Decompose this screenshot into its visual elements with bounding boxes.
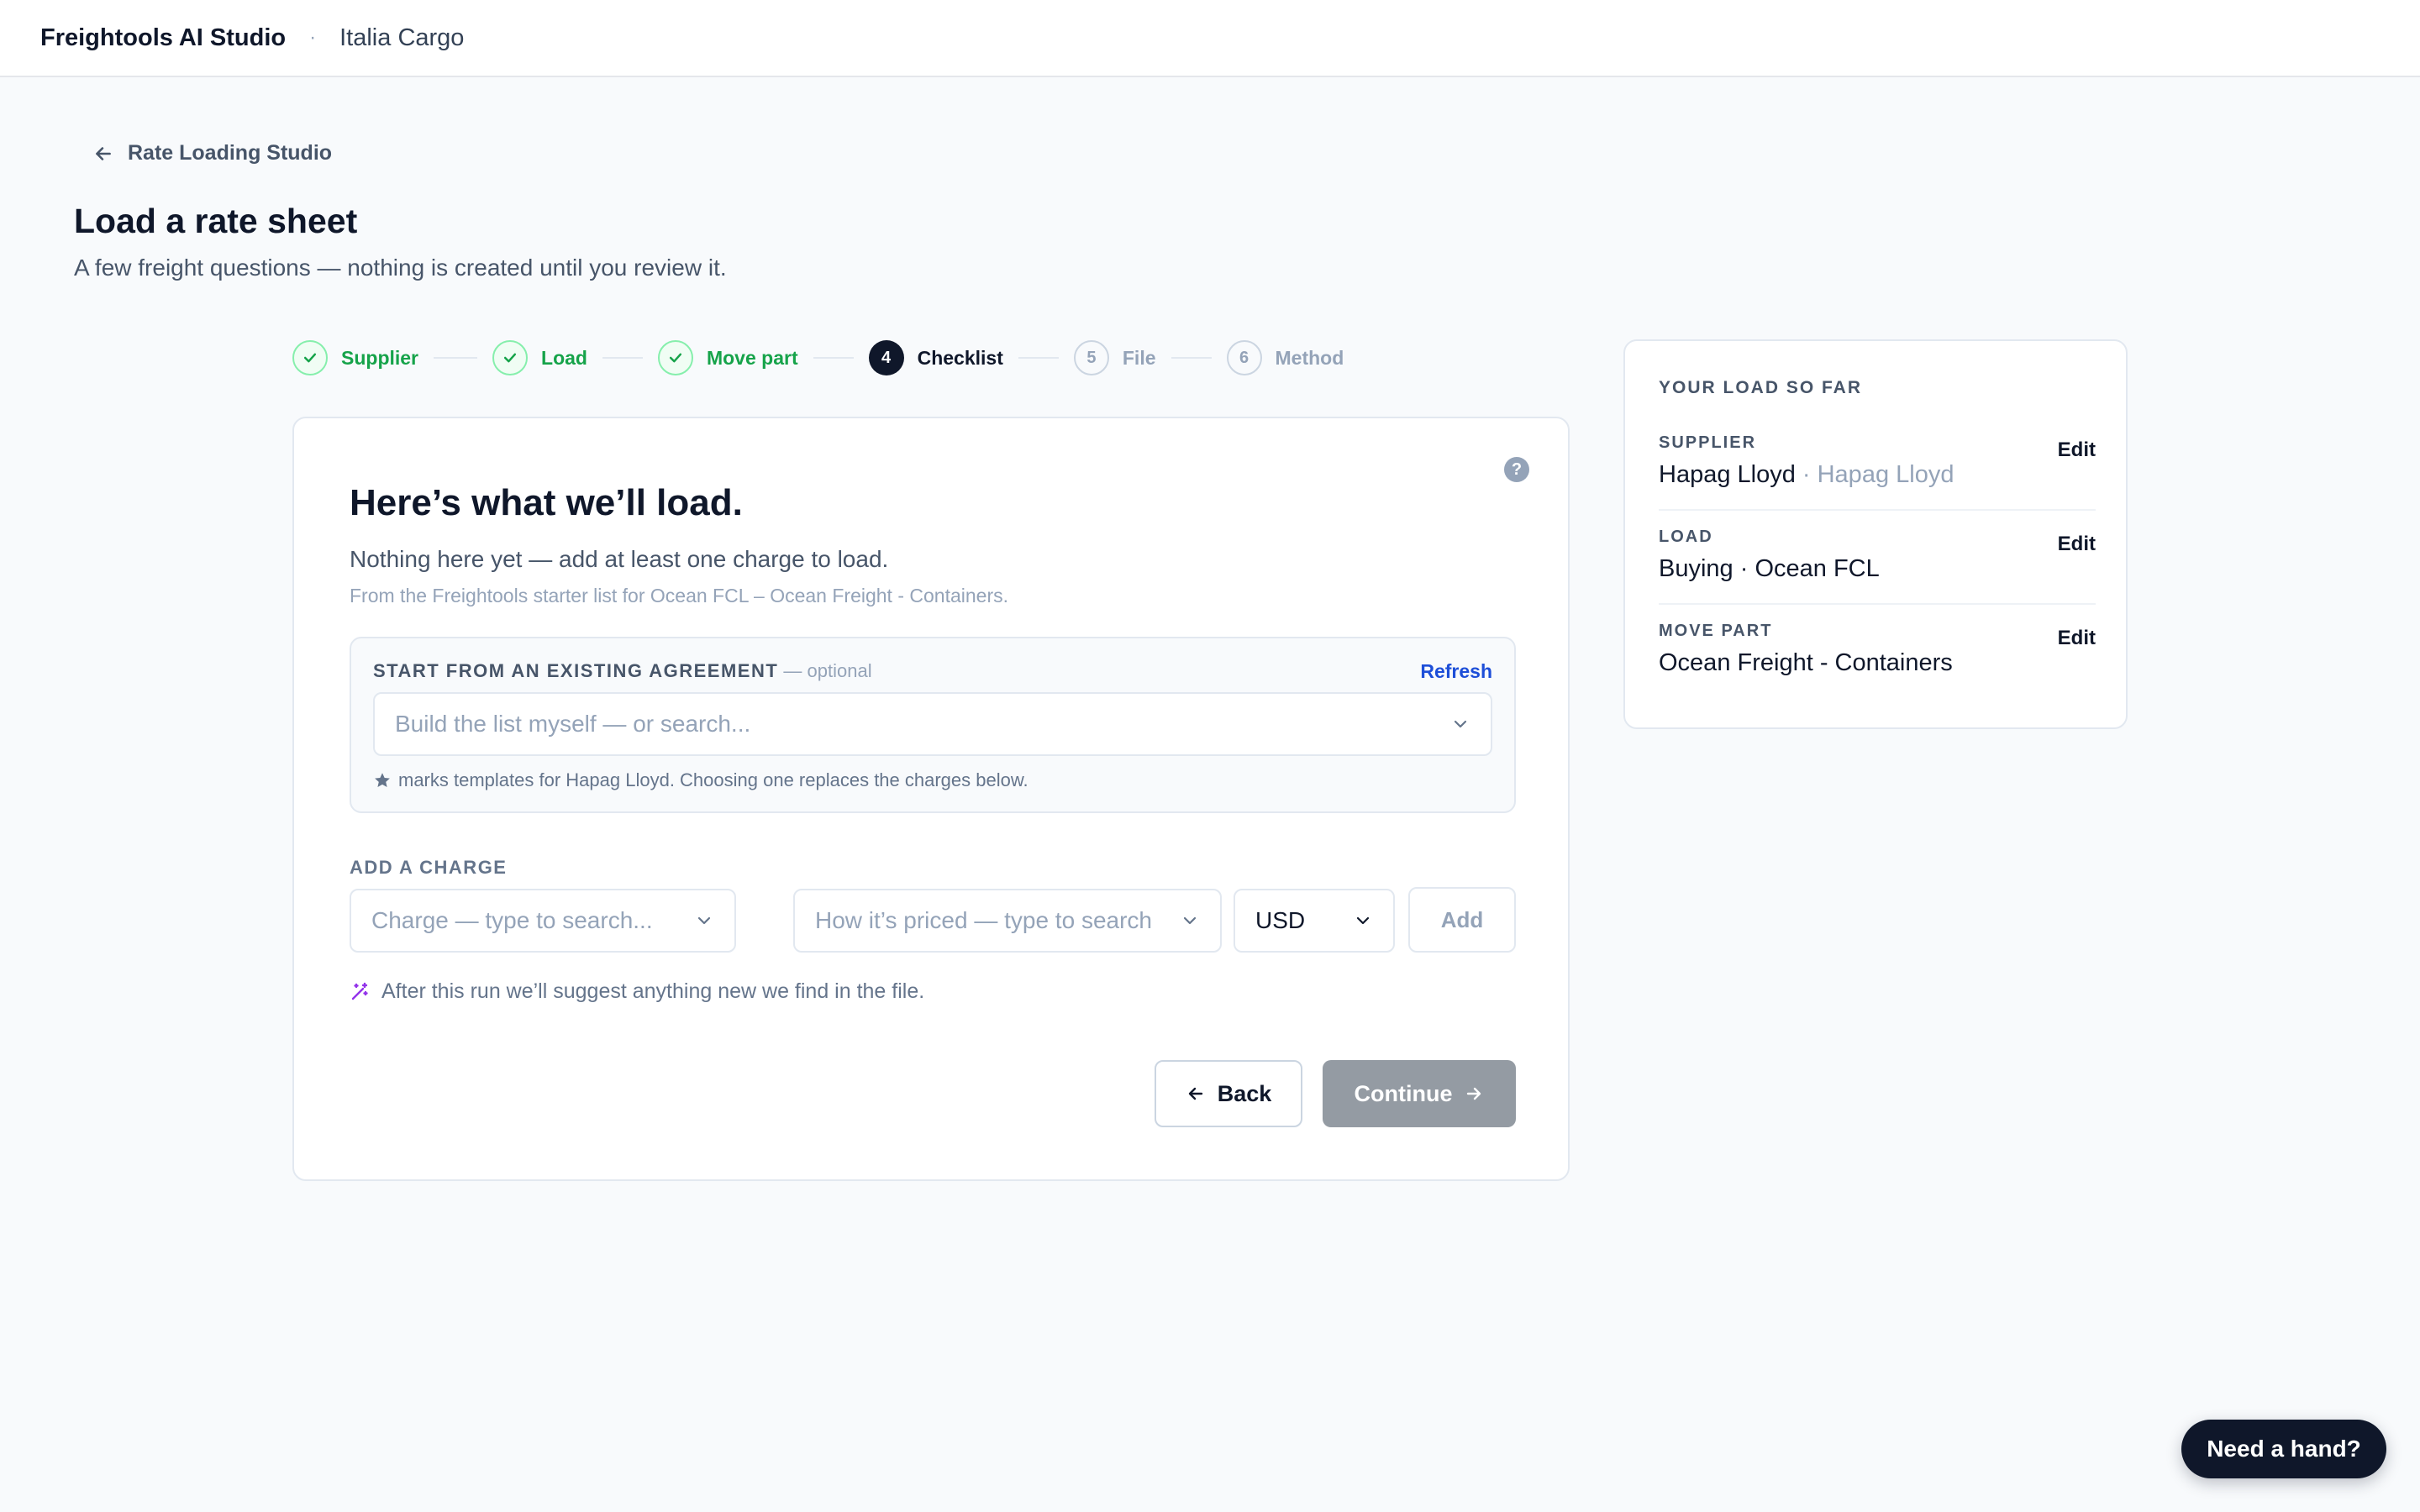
chevron-down-icon bbox=[1183, 916, 1197, 925]
step-number: 5 bbox=[1073, 340, 1109, 375]
agreement-select-placeholder: Build the list myself — or search... bbox=[395, 711, 751, 737]
supplier-muted-value: · Hapag Lloyd bbox=[1795, 461, 1954, 488]
agreement-hint: marks templates for Hapag Lloyd. Choosin… bbox=[373, 769, 1028, 791]
pricing-method-input[interactable]: How it’s priced — type to search... bbox=[793, 889, 1222, 953]
agreement-hint-text: marks templates for Hapag Lloyd. Choosin… bbox=[398, 769, 1028, 790]
step-file[interactable]: 5 File bbox=[1073, 340, 1156, 375]
summary-divider bbox=[1659, 603, 2096, 605]
continue-button-label: Continue bbox=[1354, 1080, 1453, 1106]
chevron-down-icon bbox=[1454, 720, 1467, 728]
pricing-method-placeholder: How it’s priced — type to search... bbox=[815, 907, 1151, 933]
arrow-right-icon bbox=[1467, 1087, 1481, 1100]
help-chat-button[interactable]: Need a hand? bbox=[2181, 1420, 2386, 1478]
existing-agreement-panel: START FROM AN EXISTING AGREEMENT — optio… bbox=[350, 637, 1516, 813]
agreement-label: START FROM AN EXISTING AGREEMENT — optio… bbox=[373, 660, 872, 682]
step-connector bbox=[1171, 357, 1212, 359]
agreement-label-text: START FROM AN EXISTING AGREEMENT bbox=[373, 660, 779, 681]
step-number: 6 bbox=[1226, 340, 1262, 375]
currency-select[interactable]: USD bbox=[1234, 889, 1395, 953]
arrow-left-icon bbox=[96, 146, 111, 160]
step-label: Supplier bbox=[341, 346, 419, 369]
step-supplier[interactable]: Supplier bbox=[292, 340, 418, 375]
step-label: Load bbox=[541, 346, 587, 369]
brand-separator: · bbox=[309, 26, 317, 49]
edit-supplier-button[interactable]: Edit bbox=[2058, 438, 2096, 462]
edit-load-button[interactable]: Edit bbox=[2058, 533, 2096, 556]
top-bar: Freightools AI Studio · Italia Cargo bbox=[0, 0, 2420, 77]
back-button-label: Back bbox=[1217, 1080, 1272, 1106]
step-connector bbox=[602, 357, 643, 359]
step-label: Checklist bbox=[917, 346, 1003, 369]
step-label: Move part bbox=[706, 346, 798, 369]
add-charge-label: ADD A CHARGE bbox=[350, 857, 508, 878]
summary-row-load: LOAD Buying · Ocean FCL Edit bbox=[1659, 528, 2096, 583]
step-check-icon bbox=[292, 340, 328, 375]
charge-search-placeholder: Charge — type to search... bbox=[371, 907, 653, 933]
card-title: Here’s what we’ll load. bbox=[350, 482, 743, 523]
back-to-studio-link[interactable]: Rate Loading Studio bbox=[92, 141, 332, 165]
continue-button[interactable]: Continue bbox=[1323, 1060, 1516, 1127]
summary-row-move-part: MOVE PART Ocean Freight - Containers Edi… bbox=[1659, 622, 2096, 677]
summary-value: Hapag Lloyd · Hapag Lloyd bbox=[1659, 461, 2096, 489]
summary-key: MOVE PART bbox=[1659, 622, 1773, 640]
add-charge-button[interactable]: Add bbox=[1408, 887, 1516, 953]
step-label: Method bbox=[1275, 346, 1344, 369]
org-name: Italia Cargo bbox=[339, 24, 465, 51]
refresh-button[interactable]: Refresh bbox=[1420, 660, 1492, 683]
charge-search-input[interactable]: Charge — type to search... bbox=[350, 889, 736, 953]
currency-value: USD bbox=[1255, 907, 1306, 933]
suggestion-text: After this run we’ll suggest anything ne… bbox=[381, 979, 925, 1003]
agreement-select[interactable]: Build the list myself — or search... bbox=[373, 692, 1492, 756]
summary-row-supplier: SUPPLIER Hapag Lloyd · Hapag Lloyd Edit bbox=[1659, 433, 2096, 489]
arrow-left-icon bbox=[1188, 1087, 1202, 1100]
chevron-down-icon bbox=[1356, 916, 1370, 925]
step-method[interactable]: 6 Method bbox=[1226, 340, 1344, 375]
chevron-down-icon bbox=[697, 916, 711, 925]
wizard-stepper: Supplier Load Move part 4 Checklist 5 Fi… bbox=[292, 339, 1344, 376]
step-move-part[interactable]: Move part bbox=[657, 340, 798, 375]
step-number: 4 bbox=[868, 340, 904, 375]
back-button[interactable]: Back bbox=[1155, 1060, 1302, 1127]
checklist-card: ? Here’s what we’ll load. Nothing here y… bbox=[292, 417, 1570, 1181]
summary-key: LOAD bbox=[1659, 528, 1713, 546]
step-label: File bbox=[1122, 346, 1156, 369]
step-connector bbox=[1018, 357, 1059, 359]
step-checklist[interactable]: 4 Checklist bbox=[868, 340, 1003, 375]
agreement-optional-tag: — optional bbox=[778, 660, 872, 681]
magic-wand-icon bbox=[351, 982, 368, 1000]
step-connector bbox=[434, 357, 478, 359]
step-connector bbox=[813, 357, 854, 359]
app-brand[interactable]: Freightools AI Studio bbox=[40, 24, 286, 52]
step-load[interactable]: Load bbox=[492, 340, 587, 375]
suggestion-note: After this run we’ll suggest anything ne… bbox=[350, 979, 924, 1004]
edit-move-part-button[interactable]: Edit bbox=[2058, 627, 2096, 650]
move-part-value: Ocean Freight - Containers bbox=[1659, 649, 1953, 676]
summary-key: SUPPLIER bbox=[1659, 433, 1757, 452]
step-check-icon bbox=[657, 340, 693, 375]
back-link-label: Rate Loading Studio bbox=[128, 141, 333, 165]
supplier-value: Hapag Lloyd bbox=[1659, 461, 1796, 488]
load-summary-card: YOUR LOAD SO FAR SUPPLIER Hapag Lloyd · … bbox=[1623, 339, 2128, 729]
page-subtitle: A few freight questions — nothing is cre… bbox=[74, 255, 727, 281]
summary-divider bbox=[1659, 509, 2096, 511]
card-note: From the Freightools starter list for Oc… bbox=[350, 585, 1008, 606]
step-check-icon bbox=[492, 340, 529, 375]
star-icon bbox=[375, 773, 390, 787]
summary-heading: YOUR LOAD SO FAR bbox=[1659, 378, 1863, 397]
page-title: Load a rate sheet bbox=[74, 202, 358, 240]
card-subtitle: Nothing here yet — add at least one char… bbox=[350, 546, 889, 572]
load-value: Buying · Ocean FCL bbox=[1659, 555, 1880, 582]
help-icon[interactable]: ? bbox=[1504, 457, 1529, 482]
